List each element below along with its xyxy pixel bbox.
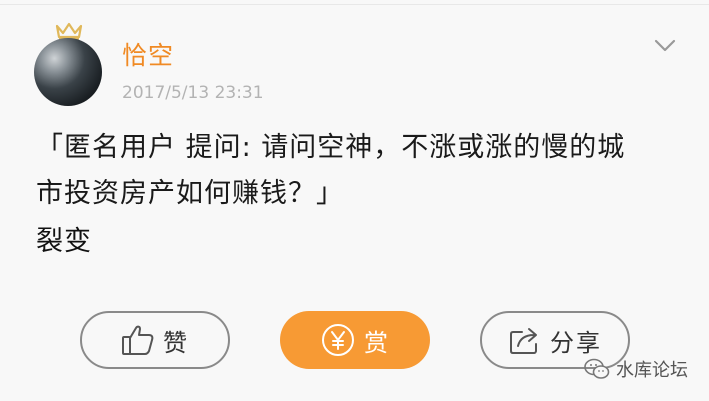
watermark-text: 水库论坛 [616,360,688,381]
like-label: 赞 [163,328,189,357]
yen-coin-icon [322,324,354,356]
post-card: 恰空 2017/5/13 23:31 「匿名用户 提问: 请问空神，不涨或涨的慢… [0,0,709,401]
share-icon [510,328,537,354]
post-reply: 裂变 [36,226,92,257]
post-question: 「匿名用户 提问: 请问空神，不涨或涨的慢的城 市投资房产如何赚钱？」 [36,125,696,217]
divider [0,4,709,5]
question-line: 市投资房产如何赚钱？」 [36,178,344,209]
post-timestamp: 2017/5/13 23:31 [122,83,264,103]
reward-button[interactable]: 赏 [280,311,430,369]
wechat-icon [584,358,610,379]
question-line: 「匿名用户 提问: 请问空神，不涨或涨的慢的城 [36,132,626,163]
reward-label: 赏 [364,328,390,357]
chevron-down-icon[interactable] [653,38,677,54]
watermark: 水库论坛 [584,356,688,382]
username[interactable]: 恰空 [122,36,174,72]
avatar-container[interactable] [34,22,104,112]
like-button[interactable]: 赞 [80,311,230,369]
avatar[interactable] [34,38,102,106]
share-label: 分享 [550,328,602,357]
thumbs-up-icon [122,325,154,355]
